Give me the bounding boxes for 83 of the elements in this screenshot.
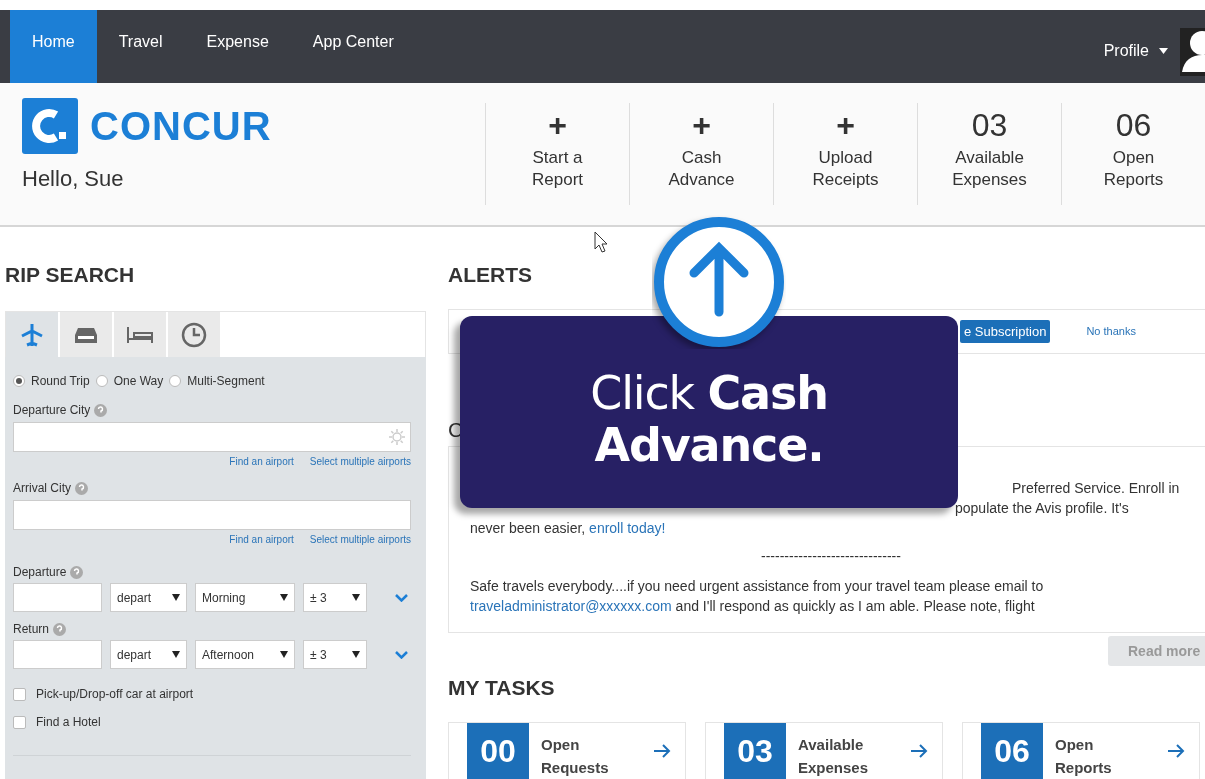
search-tab[interactable] [6, 312, 58, 357]
message-text: populate the Avis profile. It's [955, 499, 1129, 518]
dropdown[interactable]: ± 3 [303, 583, 367, 612]
clock-icon [181, 321, 207, 348]
brand-name: CONCUR [90, 102, 272, 150]
checkbox[interactable] [13, 715, 26, 729]
chevron-down-icon[interactable] [395, 593, 408, 602]
nav-tab[interactable]: Expense [184, 9, 291, 83]
link[interactable]: No thanks [1086, 323, 1136, 340]
search-tab[interactable] [114, 312, 166, 357]
dropdown[interactable]: Afternoon [195, 640, 295, 669]
separator-text: ------------------------------ [761, 547, 901, 566]
callout-text: Click Cash Advance. [589, 367, 829, 471]
caret-icon [352, 651, 360, 658]
logo-icon [22, 97, 78, 154]
arrow-right-icon [910, 743, 928, 759]
radio-button[interactable] [169, 375, 182, 387]
input-field[interactable] [13, 422, 411, 452]
section-title: RIP SEARCH [5, 262, 135, 288]
message-text: Safe travels everybody....if you need urgent assistance from your travel team please email to [470, 577, 1044, 596]
date-field[interactable] [13, 640, 102, 669]
caret-icon [280, 651, 288, 658]
field-label: Return [13, 621, 50, 638]
caret-icon [280, 594, 288, 601]
nav-tab[interactable]: App Center [290, 9, 416, 83]
checkbox-label: Find a Hotel [36, 714, 101, 731]
link[interactable]: Find an airport [229, 454, 294, 469]
caret-icon [172, 651, 180, 658]
dropdown[interactable]: Morning [195, 583, 295, 612]
message-text: never been easier, enroll today! [470, 519, 666, 538]
search-tab[interactable] [168, 312, 220, 357]
greeting-text: Hello, Sue [22, 164, 124, 193]
arrow-right-icon [653, 743, 671, 759]
help-icon[interactable] [53, 622, 67, 636]
radio-button[interactable] [95, 375, 108, 387]
help-icon[interactable] [75, 481, 88, 495]
link[interactable]: Select multiple airports [309, 454, 411, 469]
link[interactable]: enroll today! [589, 520, 666, 536]
quick-action-button[interactable]: 06 Open Reports [1061, 102, 1205, 205]
nav-tab[interactable]: Travel [96, 9, 185, 83]
dropdown[interactable]: depart [110, 640, 187, 669]
caret-icon [172, 594, 180, 601]
radio-label: One Way [113, 373, 164, 390]
help-icon[interactable] [94, 403, 108, 417]
radio-button[interactable] [13, 375, 25, 387]
quick-action-button[interactable]: + Start a Report [485, 102, 629, 205]
nav-tab[interactable]: Home [10, 9, 97, 83]
help-icon[interactable] [70, 565, 84, 579]
quick-action-button[interactable]: + Upload Receipts [773, 102, 917, 205]
chevron-down-icon[interactable] [395, 650, 408, 659]
bed-icon [126, 324, 154, 345]
profile-menu[interactable]: Profile [1103, 19, 1180, 83]
caret-icon [1159, 48, 1168, 55]
caret-icon [352, 594, 360, 601]
subscription-button[interactable]: e Subscription [960, 319, 1051, 344]
input-field[interactable] [13, 500, 411, 530]
radio-label: Round Trip [31, 373, 90, 390]
airplane-icon [19, 321, 45, 348]
radio-label: Multi-Segment [187, 373, 265, 390]
section-title: MY TASKS [448, 675, 555, 701]
mouse-cursor-icon [594, 231, 608, 253]
checkbox-label: Pick-up/Drop-off car at airport [36, 686, 194, 703]
field-label: Departure [13, 564, 67, 581]
field-label: Departure City [13, 402, 91, 419]
section-title: ALERTS [448, 262, 532, 288]
link[interactable]: traveladministrator@xxxxxx.com [470, 598, 672, 614]
link[interactable]: Select multiple airports [309, 532, 411, 547]
quick-action-button[interactable]: 03 Available Expenses [917, 102, 1061, 205]
link[interactable]: Find an airport [229, 532, 294, 547]
dropdown[interactable]: ± 3 [303, 640, 367, 669]
task-card[interactable]: 06 Open Reports [962, 722, 1200, 779]
date-field[interactable] [13, 583, 102, 612]
field-label: Arrival City [13, 480, 71, 497]
checkbox[interactable] [13, 687, 26, 701]
arrow-right-icon [1167, 743, 1185, 759]
task-card[interactable]: 03 Available Expenses [705, 722, 943, 779]
message-text: traveladministrator@xxxxxx.com and I'll respond as quickly as I am able. Please note, flight [470, 597, 1035, 616]
quick-action-button[interactable]: + Cash Advance [629, 102, 773, 205]
gear-icon[interactable] [388, 428, 406, 446]
task-card[interactable]: 00 Open Requests [448, 722, 686, 779]
search-tab[interactable] [60, 312, 112, 357]
dropdown[interactable]: depart [110, 583, 187, 612]
message-text: Preferred Service. Enroll in [1012, 479, 1180, 498]
